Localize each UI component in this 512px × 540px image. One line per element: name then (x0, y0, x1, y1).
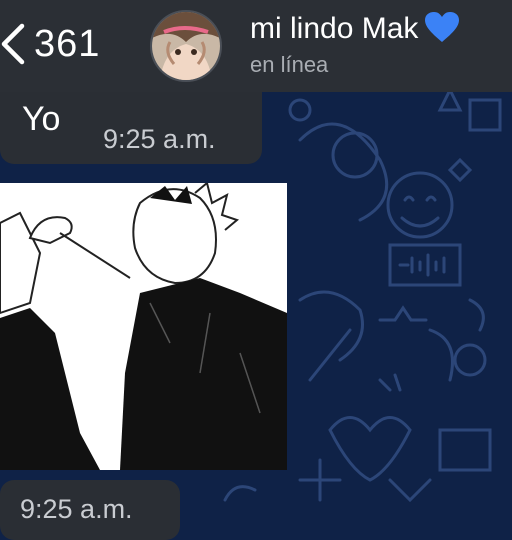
message-time: 9:25 a.m. (103, 124, 216, 154)
message-bubble[interactable]: 9:25 a.m. (0, 480, 180, 540)
chat-header: 361 mi lindo Mak en línea (0, 0, 512, 92)
message-text: Yo (22, 100, 61, 138)
unread-count: 361 (34, 22, 101, 65)
online-status: en línea (250, 52, 329, 77)
avatar-image (152, 12, 220, 80)
contact-name[interactable]: mi lindo Mak (250, 12, 460, 46)
chevron-left-icon (1, 23, 25, 65)
message-time: 9:25 a.m. (20, 494, 133, 524)
image-message[interactable] (0, 183, 287, 470)
contact-avatar[interactable] (150, 10, 222, 82)
manga-illustration (0, 183, 287, 470)
back-button[interactable]: 361 (0, 22, 100, 66)
contact-name-text: mi lindo Mak (250, 12, 419, 45)
blue-heart-icon (425, 12, 460, 42)
